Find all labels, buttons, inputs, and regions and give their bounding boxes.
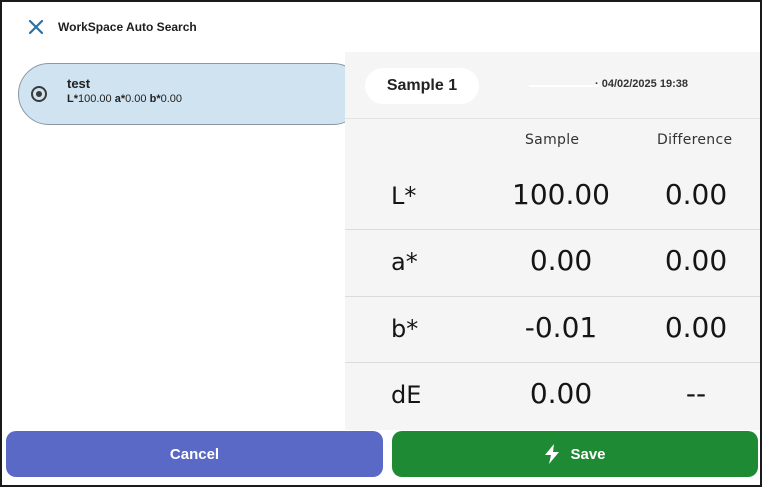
cancel-button[interactable]: Cancel	[6, 431, 383, 477]
row-sample-value: -0.01	[524, 311, 598, 344]
save-button-label: Save	[570, 445, 606, 463]
row-sample-value: 0.00	[529, 377, 593, 410]
sample-header: Sample 1 · 04/02/2025 19:38	[345, 52, 760, 118]
close-icon	[28, 19, 44, 35]
table-row-a: a* 0.00 0.00	[345, 230, 760, 296]
radio-dot	[36, 91, 42, 97]
b-label: b*	[149, 93, 161, 105]
cancel-button-label: Cancel	[169, 445, 220, 463]
b-value: 0.00	[160, 93, 183, 105]
l-label: L*	[67, 93, 78, 105]
row-difference-value: 0.00	[664, 178, 728, 211]
radio-selected[interactable]	[31, 86, 47, 102]
column-header-sample: Sample	[525, 132, 580, 148]
row-label: dE	[391, 381, 422, 409]
row-sample-value: 0.00	[529, 244, 593, 277]
l-value: 100.00	[78, 93, 112, 105]
lightning-icon	[544, 444, 560, 464]
close-button[interactable]	[22, 13, 50, 41]
result-item-test[interactable]: test L*100.00 a*0.00 b*0.00	[18, 63, 364, 125]
title-bar: WorkSpace Auto Search	[2, 2, 760, 52]
redacted-text	[529, 85, 599, 87]
row-label: L*	[391, 182, 417, 210]
table-row-de: dE 0.00 --	[345, 363, 760, 429]
save-button[interactable]: Save	[392, 431, 758, 477]
results-list: test L*100.00 a*0.00 b*0.00	[2, 52, 364, 430]
result-item-text: test L*100.00 a*0.00 b*0.00	[67, 76, 182, 106]
result-item-name: test	[67, 76, 91, 91]
row-difference-value: 0.00	[664, 244, 728, 277]
sample-name-chip[interactable]: Sample 1	[365, 68, 479, 104]
column-header-difference: Difference	[657, 132, 733, 148]
row-difference-value: --	[685, 377, 707, 410]
row-sample-value: 100.00	[512, 178, 610, 211]
sample-timestamp: · 04/02/2025 19:38	[595, 78, 688, 90]
row-label: b*	[391, 315, 419, 343]
result-item-values: L*100.00 a*0.00 b*0.00	[67, 92, 182, 106]
table-row-l: L* 100.00 0.00	[345, 164, 760, 230]
row-label: a*	[391, 248, 418, 276]
window-title: WorkSpace Auto Search	[58, 20, 197, 34]
a-value: 0.00	[125, 93, 147, 105]
a-label: a*	[114, 93, 126, 105]
row-difference-value: 0.00	[664, 311, 728, 344]
header-divider	[345, 118, 760, 119]
table-row-b: b* -0.01 0.00	[345, 297, 760, 363]
measurement-panel: Sample 1 · 04/02/2025 19:38 Sample Diffe…	[345, 52, 760, 430]
